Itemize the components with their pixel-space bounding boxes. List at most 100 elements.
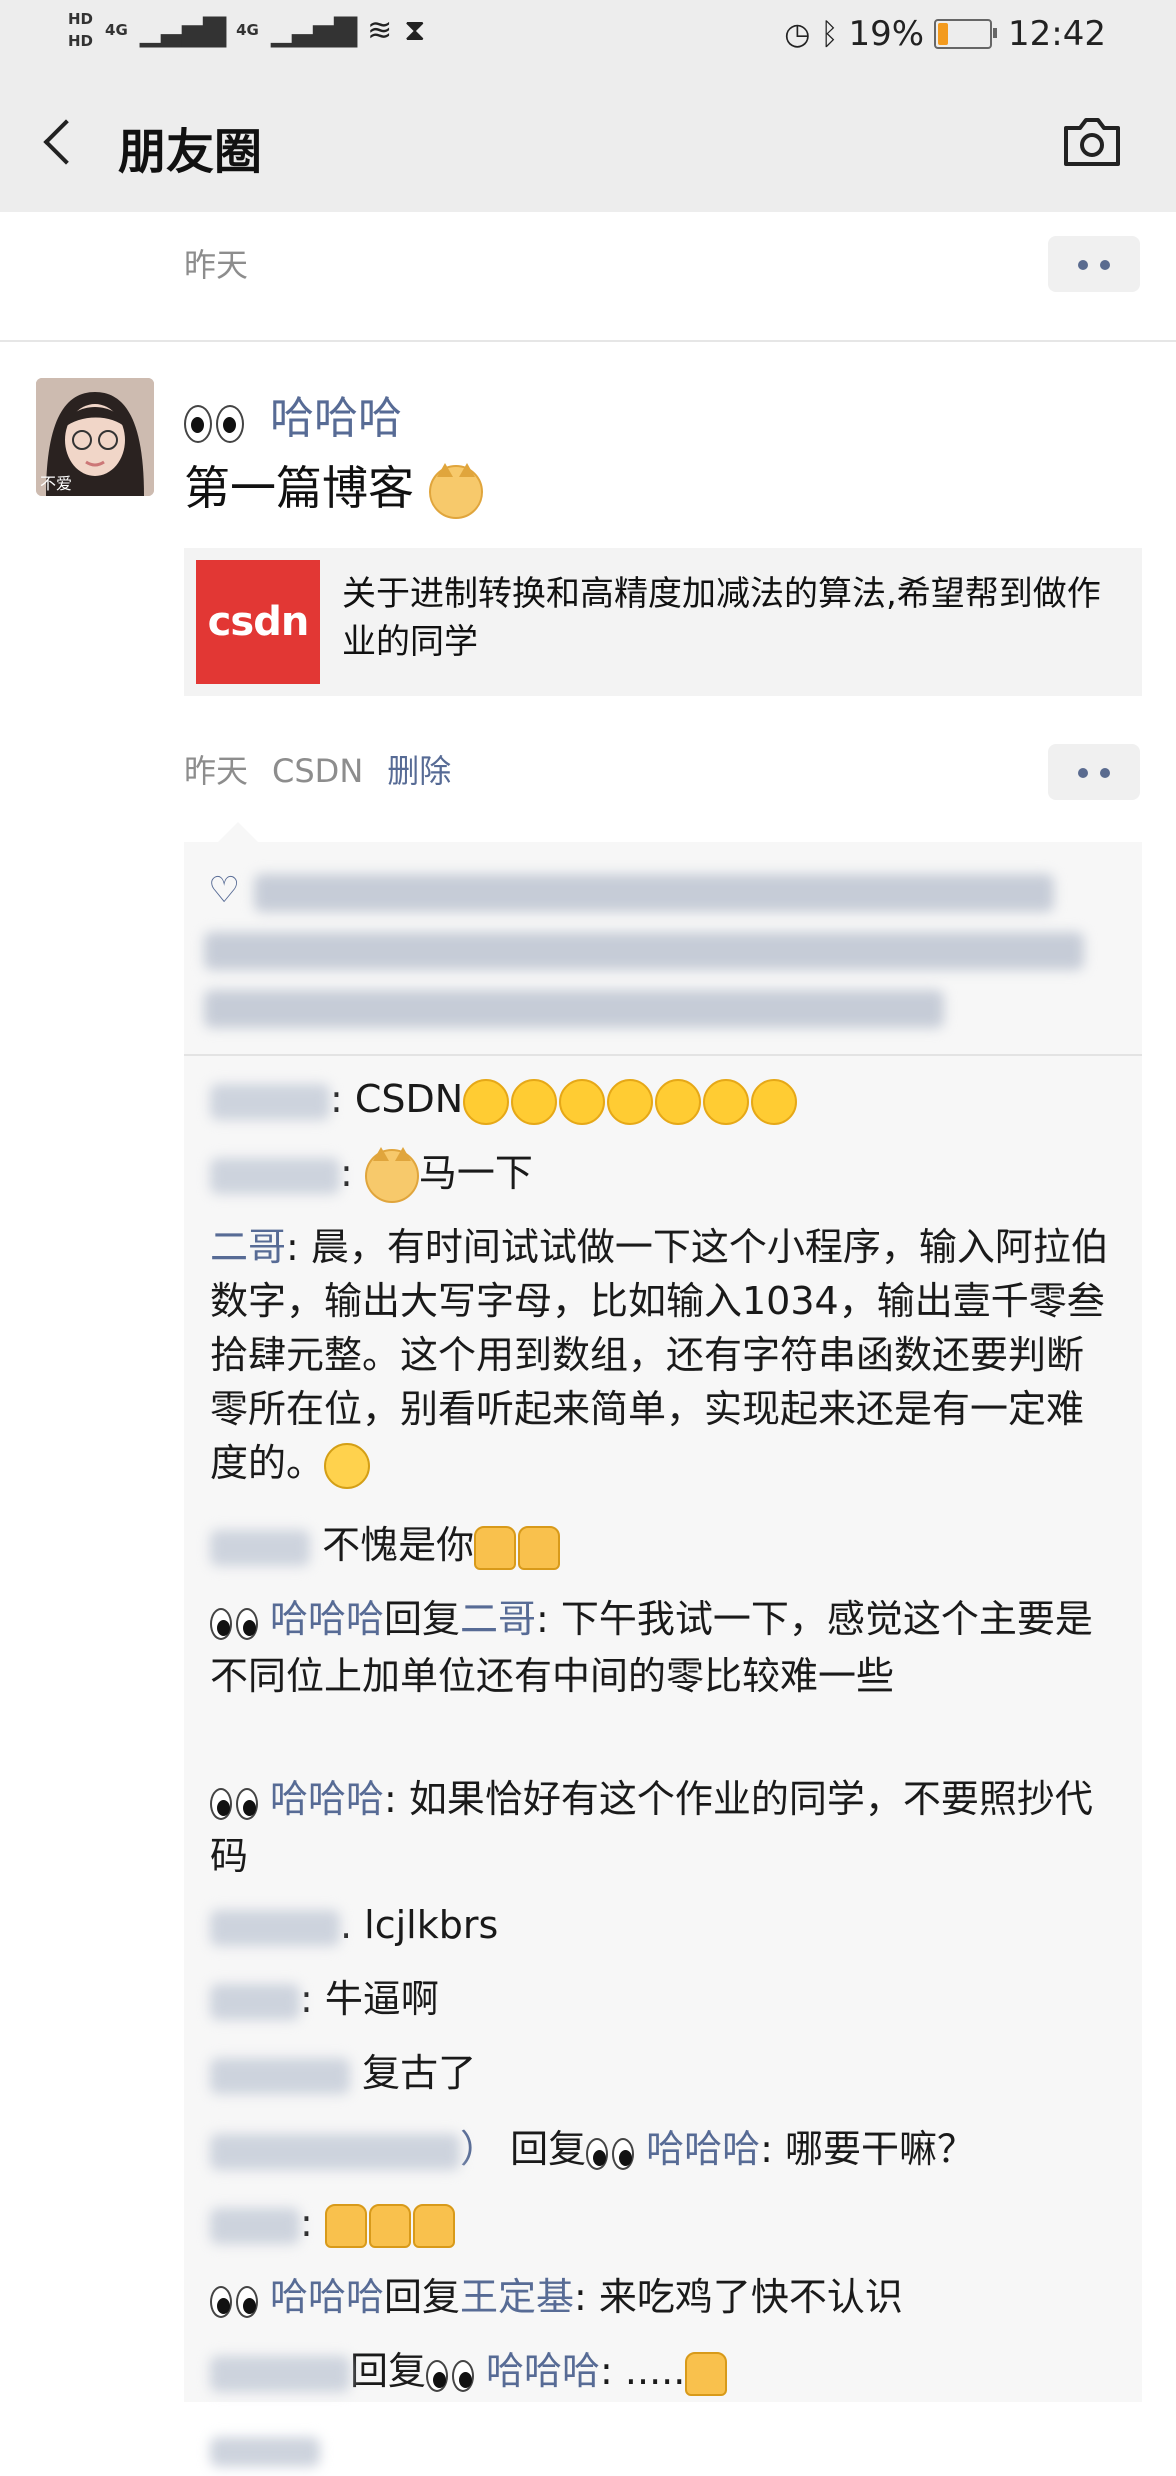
laugh-cry-icon [703,1078,750,1125]
comment-text: 不愧是你 [322,1523,475,1567]
comment-author[interactable]: 哈哈哈 [270,1597,384,1641]
thumbs-up-icon [518,1525,561,1570]
laugh-cry-icon [463,1078,510,1125]
hd-indicator-1: HD [68,10,94,28]
eyes-icon [210,2273,262,2327]
link-title: 关于进制转换和高精度加减法的算法,希望帮到做作业的同学 [342,574,1101,662]
prev-post-time: 昨天 [184,246,249,284]
back-icon[interactable] [36,112,96,172]
csdn-logo: csdn [196,560,320,684]
post-time: 昨天 [184,752,249,790]
reply-label: 回复 [384,1597,461,1641]
comment-author[interactable]: 二哥 [210,1225,286,1269]
laugh-cry-icon [751,1078,798,1125]
blurred-likes-row-2 [204,932,1084,970]
comment-text: . lcjlkbrs [340,1903,499,1947]
comment-text: : 牛逼啊 [300,1977,439,2021]
comment-text: : ..... [600,2349,686,2393]
wifi-icon: ≋ [367,12,393,48]
blurred-name [210,2355,350,2392]
prev-post-more-button[interactable] [1048,236,1140,292]
eyes-icon [426,2347,478,2401]
comment-author[interactable]: 哈哈哈 [270,1777,384,1821]
comment-text: : 哪要干嘛？ [760,2127,976,2171]
comment[interactable]: 复古了 [210,2046,1110,2100]
comment[interactable]: : [210,2196,1110,2250]
laugh-cry-icon [607,1078,654,1125]
blurred-name [210,2057,350,2094]
blurred-name [210,2436,320,2467]
post-author-name[interactable]: 哈哈哈 [270,393,402,444]
laugh-cry-icon [655,1078,702,1125]
laugh-cry-icon [511,1078,558,1125]
page-title: 朋友圈 [118,124,263,180]
laugh-cry-icon [559,1078,606,1125]
comment-author[interactable]: ） [460,2127,498,2171]
reply-to-name[interactable]: 二哥 [460,1597,536,1641]
network-type-1: 4G [105,21,128,39]
comment[interactable]: 哈哈哈回复王定基: 来吃鸡了快不认识 [210,2270,1110,2327]
comment-partial [210,2422,1110,2476]
post-source[interactable]: CSDN [272,752,363,790]
thumbs-up-icon [685,2351,728,2396]
post-text: 第一篇博客 [184,452,483,519]
comment[interactable]: : 马一下 [210,1146,1110,1203]
blurred-name [210,1909,340,1946]
blurred-name [210,2133,460,2170]
comment[interactable]: 回复 哈哈哈: ..... [210,2344,1110,2401]
link-card[interactable]: csdn 关于进制转换和高精度加减法的算法,希望帮到做作业的同学 [184,548,1142,696]
comment[interactable]: 不愧是你 [210,1518,1110,1572]
thumbs-up-icon [412,2203,455,2248]
post-author[interactable]: 哈哈哈 [184,382,402,447]
avatar-label: 不爱 [40,474,73,493]
comment[interactable]: 哈哈哈回复二哥: 下午我试一下，感觉这个主要是不同位上加单位还有中间的零比较难一… [210,1592,1110,1703]
reply-label: 回复 [350,2349,427,2393]
blurred-name [210,1983,300,2020]
eyes-icon [210,1595,262,1649]
hourglass-icon: ⧗ [404,12,426,48]
blurred-name [210,1529,310,1566]
blurred-likes-row-1 [254,874,1054,912]
thumbs-up-icon [474,1525,517,1570]
delete-button[interactable]: 删除 [387,752,451,790]
battery-percent: 19% [848,14,925,54]
reply-to-name[interactable]: 哈哈哈 [646,2127,760,2171]
camera-icon[interactable] [1060,112,1124,172]
hd-indicator-2: HD [68,32,94,50]
alarm-icon: ◷ [784,16,811,52]
comment-text: : 来吃鸡了快不认识 [574,2275,903,2319]
cat-emoji-icon [428,462,483,519]
blurred-name [210,1157,340,1194]
reply-to-name[interactable]: 王定基 [460,2275,574,2319]
reply-label: 回复 [510,2127,587,2171]
comment-author[interactable]: 哈哈哈 [270,2275,384,2319]
reply-label: 回复 [384,2275,461,2319]
blurred-name [210,2207,300,2244]
reply-to-name[interactable]: 哈哈哈 [486,2349,600,2393]
comment[interactable]: : 牛逼啊 [210,1972,1110,2026]
comment-text: : [300,2201,313,2245]
blurred-likes-row-3 [204,990,944,1028]
eyes-icon [586,2125,638,2179]
comment[interactable]: . lcjlkbrs [210,1898,1110,1952]
comment[interactable]: 二哥: 晨，有时间试试做一下这个小程序，输入阿拉伯数字，输出大写字母，比如输入1… [210,1220,1110,1490]
post-more-button[interactable] [1048,744,1140,800]
comment[interactable]: 哈哈哈: 如果恰好有这个作业的同学，不要照抄代码 [210,1772,1110,1883]
heart-icon: ♡ [208,870,241,911]
likes-section: ♡ [184,842,1142,1056]
post-meta: 昨天 CSDN 删除 [184,746,451,792]
bluetooth-icon: ᛒ [820,16,839,52]
signal-icon-2: ▁▃▅▇ [270,12,357,48]
smile-icon [324,1442,371,1489]
status-bar: HD HD 4G ▁▃▅▇ 4G ▁▃▅▇ ≋ ⧗ ◷ ᛒ 19% 12:42 [0,0,1176,72]
comment-text: 复古了 [362,2051,477,2095]
clock: 12:42 [1008,14,1106,54]
eyes-icon [210,1775,262,1829]
avatar[interactable]: 不爱 [36,378,154,496]
comment[interactable]: ） 回复 哈哈哈: 哪要干嘛？ [210,2122,1110,2179]
comments-panel: ♡ : CSDN : 马一下 二哥: 晨，有时间试试做一下这个小程序，输入阿拉伯… [184,822,1142,2467]
thumbs-up-icon [368,2203,411,2248]
comment[interactable]: : CSDN [210,1072,1110,1126]
signal-icon-1: ▁▃▅▇ [139,12,226,48]
divider [0,340,1176,342]
